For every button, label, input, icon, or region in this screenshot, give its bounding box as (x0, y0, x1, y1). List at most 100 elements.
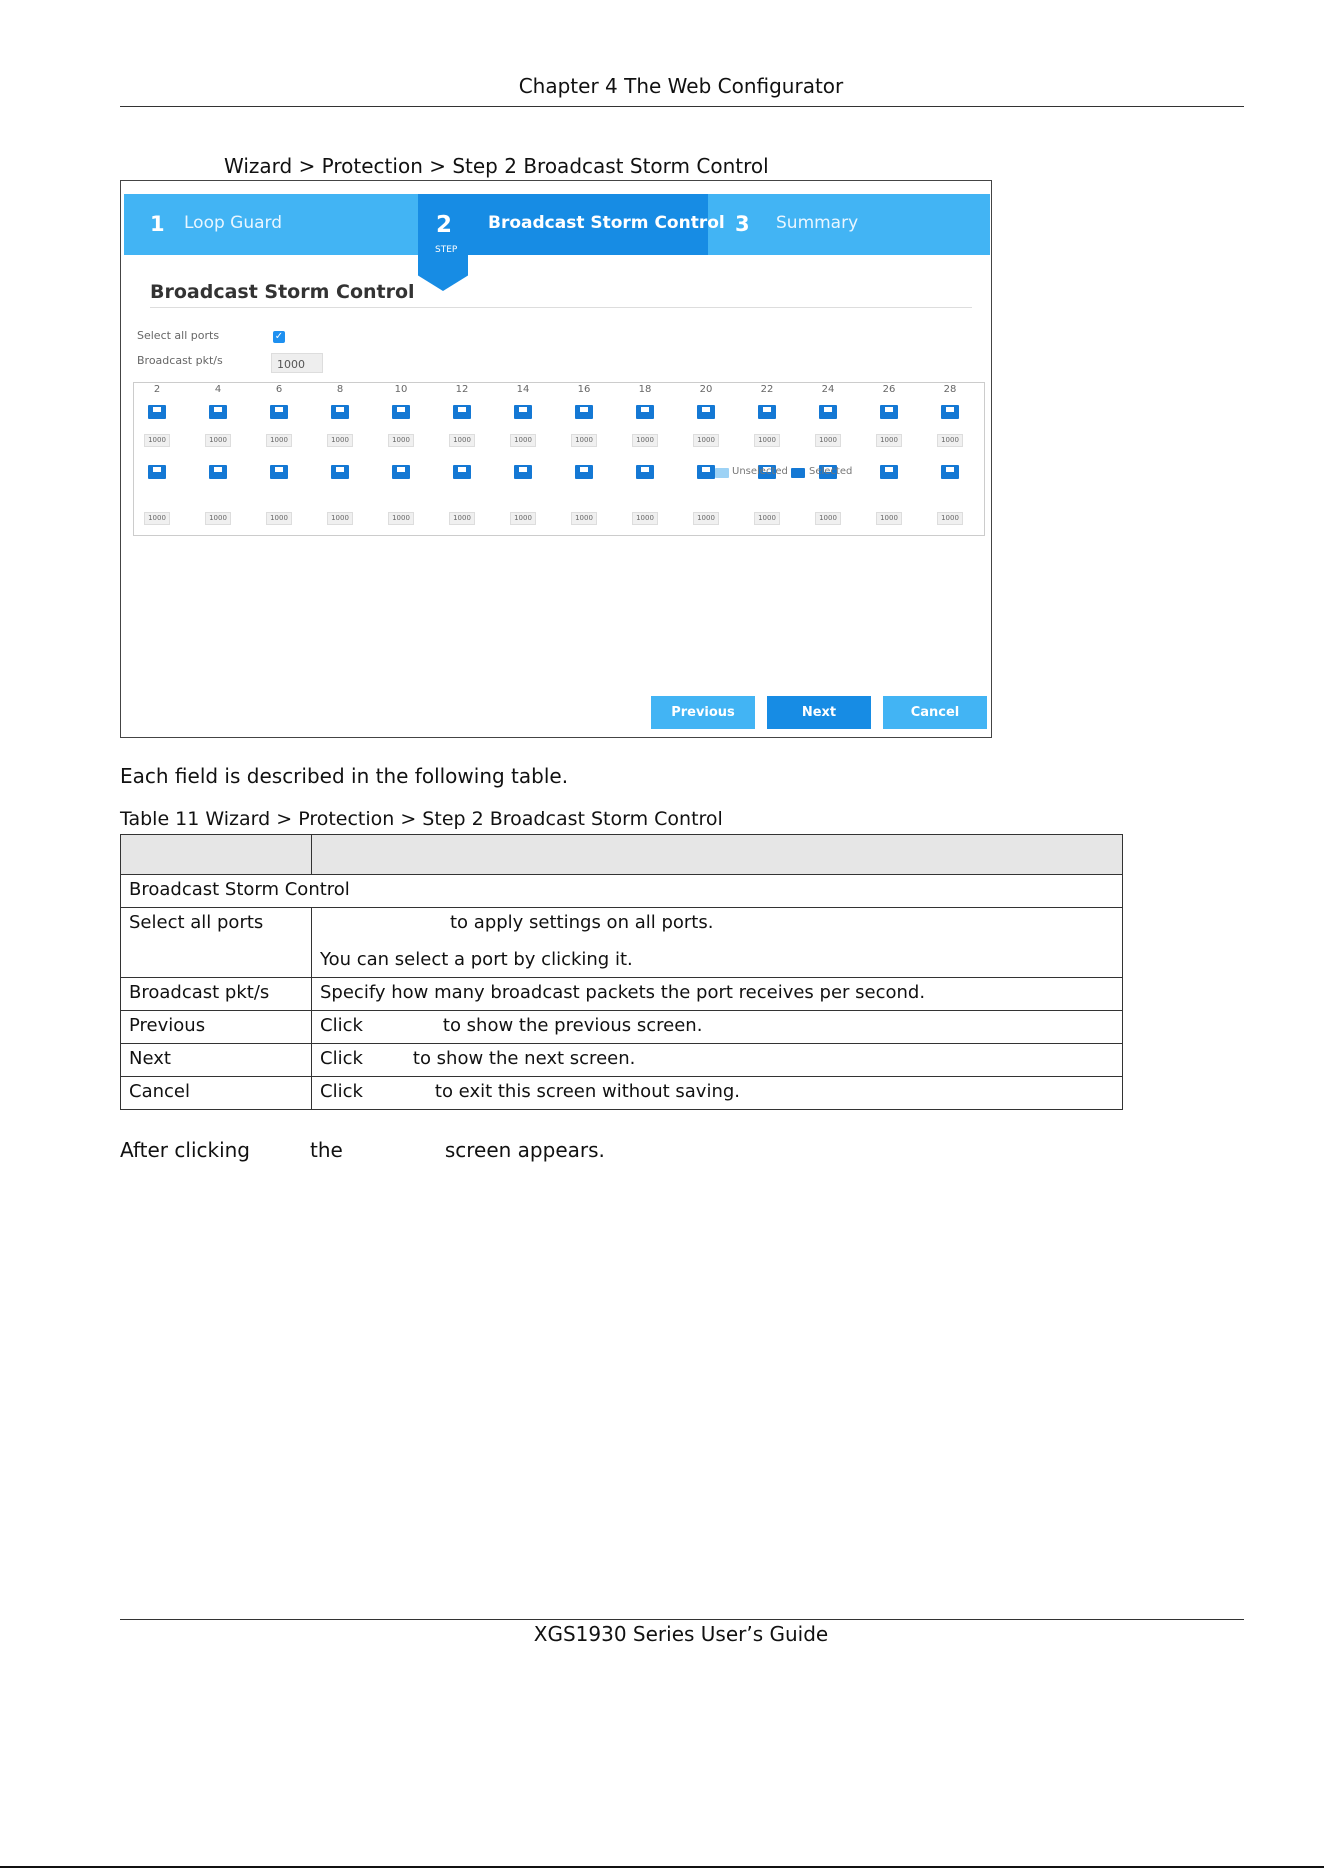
ethernet-port-icon[interactable] (636, 465, 654, 479)
table-caption: Table 11 Wizard > Protection > Step 2 Br… (120, 808, 723, 830)
row-description: to apply settings on all ports. You can … (311, 907, 1123, 978)
ethernet-port-icon[interactable] (697, 405, 715, 419)
description-click: Click (320, 1015, 363, 1036)
port-rate-field[interactable]: 1000 (388, 512, 414, 525)
row-description: Click to show the previous screen. (311, 1010, 1123, 1044)
legend-selected: Selected (809, 466, 853, 477)
port-rate-field[interactable]: 1000 (510, 434, 536, 447)
port-number: 12 (455, 384, 469, 395)
row-label: Next (120, 1043, 312, 1077)
description-rest: to show the next screen. (412, 1048, 636, 1069)
row-description: Specify how many broadcast packets the p… (311, 977, 1123, 1011)
ethernet-port-icon[interactable] (758, 405, 776, 419)
port-rate-field[interactable]: 1000 (876, 434, 902, 447)
section-title: Broadcast Storm Control (150, 281, 415, 303)
port-rate-field[interactable]: 1000 (327, 434, 353, 447)
step-3-label[interactable]: Summary (776, 213, 858, 233)
row-label: Cancel (120, 1076, 312, 1110)
footer-rule (120, 1619, 1244, 1620)
ethernet-port-icon[interactable] (392, 405, 410, 419)
ethernet-port-icon[interactable] (819, 405, 837, 419)
step-2-step-label: STEP (435, 245, 458, 255)
ethernet-port-icon[interactable] (880, 405, 898, 419)
step-1-label[interactable]: Loop Guard (184, 213, 282, 233)
port-rate-field[interactable]: 1000 (876, 512, 902, 525)
port-rate-field[interactable]: 1000 (449, 512, 475, 525)
port-rate-field[interactable]: 1000 (754, 434, 780, 447)
port-rate-field[interactable]: 1000 (327, 512, 353, 525)
port-rate-field[interactable]: 1000 (937, 512, 963, 525)
port-rate-field[interactable]: 1000 (144, 512, 170, 525)
ethernet-port-icon[interactable] (209, 405, 227, 419)
ethernet-port-icon[interactable] (148, 465, 166, 479)
port-rate-field[interactable]: 1000 (266, 512, 292, 525)
ethernet-port-icon[interactable] (514, 405, 532, 419)
port-rate-field[interactable]: 1000 (144, 434, 170, 447)
unselected-port-swatch (715, 468, 729, 478)
port-rate-field[interactable]: 1000 (632, 434, 658, 447)
description-line: You can select a port by clicking it. (320, 949, 633, 970)
ethernet-port-icon[interactable] (331, 465, 349, 479)
ethernet-port-icon[interactable] (514, 465, 532, 479)
step-2-number: 2 (436, 212, 453, 238)
port-rate-field[interactable]: 1000 (571, 434, 597, 447)
port-rate-field[interactable]: 1000 (815, 434, 841, 447)
port-rate-field[interactable]: 1000 (815, 512, 841, 525)
ethernet-port-icon[interactable] (453, 405, 471, 419)
ethernet-port-icon[interactable] (270, 405, 288, 419)
ethernet-port-icon[interactable] (941, 465, 959, 479)
port-number: 28 (943, 384, 957, 395)
ethernet-port-icon[interactable] (331, 405, 349, 419)
previous-button[interactable]: Previous (651, 696, 755, 729)
table-row: Select all ports to apply settings on al… (120, 907, 1123, 978)
field-description-table: Broadcast Storm Control Select all ports… (120, 834, 1123, 1110)
port-rate-field[interactable]: 1000 (754, 512, 780, 525)
port-panel: 2 1000 4 1000 6 1000 8 1000 10 1000 12 1000 14 1000 16… (133, 382, 985, 536)
intro-text: Each field is described in the following… (120, 764, 569, 788)
after-text-part: screen appears. (444, 1138, 605, 1162)
port-rate-field[interactable]: 1000 (449, 434, 475, 447)
port-number: 16 (577, 384, 591, 395)
port-rate-field[interactable]: 1000 (388, 434, 414, 447)
ethernet-port-icon[interactable] (392, 465, 410, 479)
ethernet-port-icon[interactable] (575, 405, 593, 419)
description-line: Click to show the previous screen. (320, 1015, 1114, 1039)
ethernet-port-icon[interactable] (148, 405, 166, 419)
ethernet-port-icon[interactable] (209, 465, 227, 479)
ethernet-port-icon[interactable] (636, 405, 654, 419)
port-rate-field[interactable]: 1000 (510, 512, 536, 525)
port-rate-field[interactable]: 1000 (632, 512, 658, 525)
port-number: 4 (214, 384, 222, 395)
port-rate-field[interactable]: 1000 (266, 434, 292, 447)
broadcast-pkt-input[interactable] (271, 353, 323, 373)
header-cell-description (311, 834, 1123, 875)
description-click: Click (320, 1048, 363, 1069)
select-all-checkbox[interactable]: ✓ (273, 331, 285, 343)
ethernet-port-icon[interactable] (270, 465, 288, 479)
ethernet-port-icon[interactable] (880, 465, 898, 479)
port-number: 8 (336, 384, 344, 395)
port-rate-field[interactable]: 1000 (205, 512, 231, 525)
check-icon: ✓ (274, 331, 284, 342)
section-divider (150, 307, 972, 308)
port-rate-field[interactable]: 1000 (693, 434, 719, 447)
ethernet-port-icon[interactable] (697, 465, 715, 479)
next-button[interactable]: Next (767, 696, 871, 729)
active-step-pointer (418, 194, 468, 291)
port-rate-field[interactable]: 1000 (571, 512, 597, 525)
port-number: 14 (516, 384, 530, 395)
port-rate-field[interactable]: 1000 (693, 512, 719, 525)
port-rate-field[interactable]: 1000 (205, 434, 231, 447)
cancel-button[interactable]: Cancel (883, 696, 987, 729)
port-number: 20 (699, 384, 713, 395)
broadcast-pkt-label: Broadcast pkt/s (137, 354, 223, 367)
header-rule (120, 106, 1244, 107)
port-number: 2 (153, 384, 161, 395)
ethernet-port-icon[interactable] (453, 465, 471, 479)
ethernet-port-icon[interactable] (575, 465, 593, 479)
table-row: Broadcast pkt/s Specify how many broadca… (120, 977, 1123, 1011)
step-2-label[interactable]: Broadcast Storm Control (488, 213, 725, 233)
ethernet-port-icon[interactable] (941, 405, 959, 419)
row-label: Select all ports (120, 907, 312, 978)
port-rate-field[interactable]: 1000 (937, 434, 963, 447)
